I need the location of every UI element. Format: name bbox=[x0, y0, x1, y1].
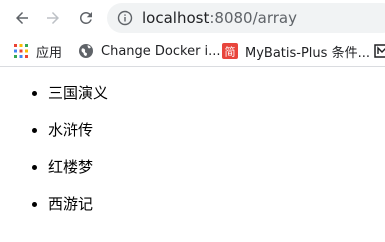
browser-toolbar: localhost:8080/array bbox=[0, 0, 385, 36]
url-path: :8080/array bbox=[209, 9, 297, 27]
bookmark-label: 应用 bbox=[36, 45, 63, 61]
reload-button[interactable] bbox=[74, 6, 98, 30]
jian-icon: 简 bbox=[222, 43, 238, 59]
book-list: 三国演义 水浒传 红楼梦 西游记 bbox=[0, 83, 108, 231]
list-item: 水浒传 bbox=[48, 120, 108, 140]
browser-window: localhost:8080/array 应用 Change Docker i.… bbox=[0, 0, 385, 242]
globe-icon bbox=[79, 44, 93, 58]
list-item: 三国演义 bbox=[48, 83, 108, 103]
list-item: 红楼梦 bbox=[48, 157, 108, 177]
list-item: 西游记 bbox=[48, 194, 108, 214]
bookmarks-bar: 应用 Change Docker i... 简 MyBatis-Plus 条件.… bbox=[0, 36, 385, 67]
bookmark-overflow[interactable] bbox=[374, 42, 385, 60]
reload-icon bbox=[80, 11, 92, 24]
bookmark-label: MyBatis-Plus 条件... bbox=[245, 45, 370, 61]
arrow-left-icon bbox=[16, 12, 28, 24]
info-icon[interactable] bbox=[117, 10, 133, 26]
forward-button[interactable] bbox=[41, 6, 65, 30]
address-bar[interactable]: localhost:8080/array bbox=[107, 3, 385, 33]
url-text[interactable]: localhost:8080/array bbox=[142, 9, 297, 27]
bookmark-mybatis-plus[interactable]: 简 MyBatis-Plus 条件... bbox=[222, 42, 370, 61]
bookmark-m-icon bbox=[374, 44, 385, 58]
bookmark-change-docker[interactable]: Change Docker i... bbox=[78, 42, 221, 60]
page-content: 三国演义 水浒传 红楼梦 西游记 bbox=[0, 67, 385, 242]
bookmark-label: Change Docker i... bbox=[101, 43, 221, 59]
arrow-right-icon bbox=[47, 12, 59, 24]
jian-badge-text: 简 bbox=[225, 45, 236, 59]
apps-grid-icon bbox=[14, 44, 28, 58]
bookmark-apps[interactable]: 应用 bbox=[13, 42, 63, 61]
url-host: localhost bbox=[142, 9, 210, 27]
back-button[interactable] bbox=[10, 6, 34, 30]
